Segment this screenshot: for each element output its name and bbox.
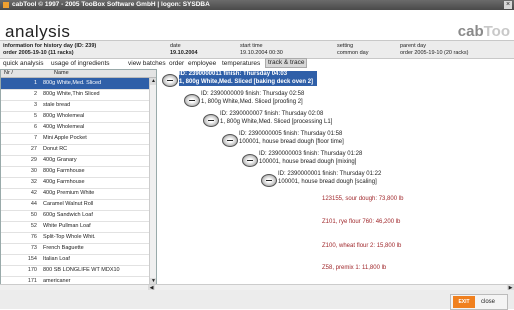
collapse-icon[interactable] bbox=[162, 74, 178, 87]
page-title: analysis bbox=[5, 22, 71, 41]
tab-employee[interactable]: employee bbox=[188, 59, 216, 68]
collapse-icon[interactable] bbox=[261, 174, 277, 187]
row-nr: 154 bbox=[27, 256, 37, 262]
node-id-line: ID: 2390000007 finish: Thursday 02:08 bbox=[220, 111, 324, 117]
row-nr: 1 bbox=[33, 80, 37, 86]
history-info-bar: information for history day (ID: 239) or… bbox=[0, 40, 514, 59]
node-id-line: ID: 2390000001 finish: Thursday 01:22 bbox=[278, 171, 382, 177]
row-name: Italian Loaf bbox=[43, 256, 70, 262]
node-id-line: ID: 2390000011 finish: Thursday 04:03 bbox=[179, 71, 288, 77]
row-nr: 2 bbox=[33, 91, 37, 97]
row-name: Mini Apple Pocket bbox=[43, 135, 87, 141]
collapse-icon[interactable] bbox=[242, 154, 258, 167]
start-time-value: 19.10.2004 00:30 bbox=[240, 50, 283, 56]
column-header-name[interactable]: Name bbox=[54, 70, 69, 77]
node-desc-line: 100001, house bread dough [scaling] bbox=[278, 178, 377, 185]
row-nr: 42 bbox=[30, 190, 37, 196]
ingredient-item[interactable]: 123155, sour dough: 73,800 lb bbox=[322, 196, 403, 202]
track-trace-tree: ID: 2390000011 finish: Thursday 04:03 1, … bbox=[158, 69, 514, 284]
node-id-line: ID: 2390000005 finish: Thursday 01:58 bbox=[239, 131, 343, 137]
product-list-header: Nr / Name bbox=[1, 70, 156, 78]
logo-text-main: cab bbox=[457, 23, 484, 40]
row-name: 400g Premium White bbox=[43, 190, 95, 196]
row-name: Donut RC bbox=[43, 146, 68, 152]
row-nr: 32 bbox=[30, 179, 37, 185]
node-id-line: ID: 2390000003 finish: Thursday 01:28 bbox=[259, 151, 363, 157]
date-label: date bbox=[170, 43, 181, 49]
ingredient-item[interactable]: Z100, wheat flour 2: 15,800 lb bbox=[322, 243, 401, 249]
row-nr: 7 bbox=[33, 135, 37, 141]
close-window-icon[interactable]: × bbox=[504, 1, 512, 9]
row-name: 600g Sandwich Loaf bbox=[43, 212, 93, 218]
window-title: cabTool © 1997 - 2005 TooBox Software Gm… bbox=[12, 1, 210, 8]
collapse-icon[interactable] bbox=[222, 134, 238, 147]
row-name: French Baguette bbox=[43, 245, 84, 251]
node-desc-line: 100001, house bread dough [floor time] bbox=[239, 138, 344, 145]
row-name: Split-Top Whole Whit. bbox=[43, 234, 96, 240]
node-desc-line: 1, 800g White,Med. Sliced [processing L1… bbox=[220, 118, 333, 125]
collapse-icon[interactable] bbox=[203, 114, 219, 127]
analysis-tabs: quick analysis usage of ingredients view… bbox=[0, 58, 514, 68]
row-name: 800g White,Med. Sliced bbox=[43, 80, 102, 86]
row-nr: 73 bbox=[30, 245, 37, 251]
row-nr: 76 bbox=[30, 234, 37, 240]
row-nr: 27 bbox=[30, 146, 37, 152]
start-time-label: start time bbox=[240, 43, 263, 49]
brand-logo: cabToo bbox=[458, 23, 510, 40]
date-value: 19.10.2004 bbox=[170, 50, 198, 56]
close-button-label: close bbox=[481, 299, 496, 305]
app-icon bbox=[3, 2, 9, 8]
setting-value: common day bbox=[337, 50, 369, 56]
node-desc-line: 100001, house bread dough [mixing] bbox=[259, 158, 357, 165]
parent-day-label: parent day bbox=[400, 43, 426, 49]
row-nr: 29 bbox=[30, 157, 37, 163]
tab-track-trace[interactable]: track & trace bbox=[265, 58, 308, 68]
row-nr: 3 bbox=[33, 102, 37, 108]
row-name: 800g White,Thin Sliced bbox=[43, 91, 100, 97]
logo-text-rest: Too bbox=[483, 23, 510, 40]
setting-label: setting bbox=[337, 43, 354, 49]
row-nr: 50 bbox=[30, 212, 37, 218]
page-header: analysis cabToo bbox=[0, 10, 514, 41]
product-list: Nr / Name 1 800g White,Med. Sliced 2 800g … bbox=[0, 69, 157, 286]
row-nr: 30 bbox=[30, 168, 37, 174]
ingredient-item[interactable]: Z58, premix 1: 11,800 lb bbox=[322, 265, 386, 271]
node-id-line: ID: 2390000009 finish: Thursday 02:58 bbox=[201, 91, 305, 97]
window-titlebar: cabTool © 1997 - 2005 TooBox Software Gm… bbox=[0, 0, 514, 10]
row-nr: 6 bbox=[33, 124, 37, 130]
footer-bar: EXIT close bbox=[0, 290, 514, 310]
collapse-icon[interactable] bbox=[184, 94, 200, 107]
column-header-nr[interactable]: Nr / bbox=[4, 70, 13, 77]
tab-quick-analysis[interactable]: quick analysis bbox=[3, 59, 43, 68]
row-name: 400g Granary bbox=[43, 157, 77, 163]
row-name: 800g Farmhouse bbox=[43, 168, 85, 174]
exit-icon: EXIT bbox=[453, 296, 475, 308]
tab-temperatures[interactable]: temperatures bbox=[222, 59, 260, 68]
history-value: order 2005-19-10 (11 racks) bbox=[3, 50, 74, 56]
tab-view-batches[interactable]: view batches bbox=[128, 59, 166, 68]
tab-order[interactable]: order bbox=[169, 59, 184, 68]
row-name: Caramel Walnut Roll bbox=[43, 201, 94, 207]
row-name: stale bread bbox=[43, 102, 71, 108]
row-nr: 52 bbox=[30, 223, 37, 229]
row-name: 400g Wholemeal bbox=[43, 124, 85, 130]
history-label: information for history day (ID: 239) bbox=[3, 43, 97, 49]
ingredient-item[interactable]: Z101, rye flour 760: 46,200 lb bbox=[322, 219, 400, 225]
node-desc-line: 1, 800g White,Med. Sliced [proofing 2] bbox=[201, 98, 303, 105]
row-nr: 44 bbox=[30, 201, 37, 207]
close-button[interactable]: EXIT close bbox=[450, 294, 508, 310]
row-name: 800g Wholemeal bbox=[43, 113, 85, 119]
row-nr: 5 bbox=[33, 113, 37, 119]
tab-usage-of-ingredients[interactable]: usage of ingredients bbox=[51, 59, 110, 68]
scroll-up-icon[interactable]: ▲ bbox=[150, 78, 156, 85]
row-name: 400g Farmhouse bbox=[43, 179, 85, 185]
row-name: 800 SB LONGLIFE WT MDX10 bbox=[43, 267, 120, 273]
row-name: White Pullman Loaf bbox=[43, 223, 91, 229]
parent-day-value: order 2005-19-10 (20 racks) bbox=[400, 50, 469, 56]
row-nr: 170 bbox=[27, 267, 37, 273]
list-scrollbar[interactable]: ▲ ▼ bbox=[149, 78, 156, 285]
node-desc-line: 1, 800g White,Med. Sliced [baking deck o… bbox=[179, 78, 314, 85]
